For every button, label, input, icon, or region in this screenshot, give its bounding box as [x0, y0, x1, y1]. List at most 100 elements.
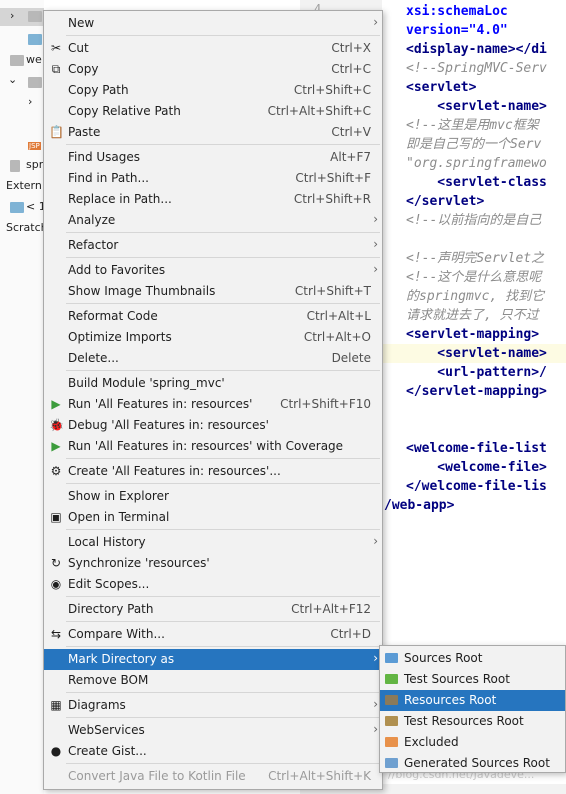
- menu-item-analyze[interactable]: Analyze ›: [44, 210, 382, 231]
- code-line[interactable]: <servlet-name>: [406, 344, 547, 363]
- menu-item-optimize-imports[interactable]: Optimize Imports Ctrl+Alt+O: [44, 327, 382, 348]
- code-line[interactable]: <welcome-file-list: [406, 439, 547, 458]
- menu-item-replace-in-path[interactable]: Replace in Path... Ctrl+Shift+R: [44, 189, 382, 210]
- menu-item-run-all-features-in-resources-with-coverage[interactable]: ▶ Run 'All Features in: resources' with C…: [44, 436, 382, 457]
- menu-item-label: Synchronize 'resources': [68, 556, 210, 570]
- menu-item-reformat-code[interactable]: Reformat Code Ctrl+Alt+L: [44, 306, 382, 327]
- paste-icon: 📋: [49, 125, 64, 139]
- menu-separator: [66, 763, 380, 764]
- code-line[interactable]: <servlet-class: [406, 173, 547, 192]
- submenu-item-generated-sources-root[interactable]: Generated Sources Root: [380, 753, 565, 774]
- menu-item-create-gist[interactable]: ● Create Gist...: [44, 741, 382, 762]
- menu-item-webservices[interactable]: WebServices ›: [44, 720, 382, 741]
- menu-item-show-in-explorer[interactable]: Show in Explorer: [44, 486, 382, 507]
- menu-item-build-module-spring-mvc[interactable]: Build Module 'spring_mvc': [44, 373, 382, 394]
- code-line[interactable]: 请求就进去了, 只不过: [406, 306, 539, 325]
- menu-item-label: Directory Path: [68, 602, 154, 616]
- compare-with-icon: ⇆: [50, 627, 62, 641]
- chevron-right-icon[interactable]: ›: [10, 9, 14, 22]
- code-line[interactable]: 即是自己写的一个Serv: [406, 135, 541, 154]
- code-line[interactable]: <!--SpringMVC-Serv: [406, 59, 547, 78]
- menu-item-compare-with[interactable]: ⇆ Compare With... Ctrl+D: [44, 624, 382, 645]
- menu-item-debug-all-features-in-resources[interactable]: 🐞 Debug 'All Features in: resources': [44, 415, 382, 436]
- menu-item-directory-path[interactable]: Directory Path Ctrl+Alt+F12: [44, 599, 382, 620]
- tree-item-label[interactable]: Extern: [6, 179, 42, 192]
- submenu-item-resources-root[interactable]: Resources Root: [380, 690, 565, 711]
- menu-item-mark-directory-as[interactable]: Mark Directory as ›: [44, 649, 382, 670]
- submenu-item-excluded[interactable]: Excluded: [380, 732, 565, 753]
- submenu-item-test-resources-root[interactable]: Test Resources Root: [380, 711, 565, 732]
- tree-item-label[interactable]: spr: [26, 158, 43, 171]
- menu-item-open-in-terminal[interactable]: ▣ Open in Terminal: [44, 507, 382, 528]
- menu-item-create-all-features-in-resources[interactable]: ⚙ Create 'All Features in: resources'...: [44, 461, 382, 482]
- synchronize-resources-icon: ↻: [50, 556, 62, 570]
- menu-item-find-in-path[interactable]: Find in Path... Ctrl+Shift+F: [44, 168, 382, 189]
- folder-icon: [385, 758, 398, 768]
- code-line[interactable]: <servlet-name>: [406, 97, 547, 116]
- code-line[interactable]: </servlet-mapping>: [406, 382, 547, 401]
- submenu-item-test-sources-root[interactable]: Test Sources Root: [380, 669, 565, 690]
- code-line[interactable]: <welcome-file>: [406, 458, 547, 477]
- code-line[interactable]: <!--这里是用mvc框架: [406, 116, 539, 135]
- code-line[interactable]: xsi:schemaLoc: [406, 2, 508, 21]
- menu-item-add-to-favorites[interactable]: Add to Favorites ›: [44, 260, 382, 281]
- menu-item-copy-path[interactable]: Copy Path Ctrl+Shift+C: [44, 80, 382, 101]
- code-line[interactable]: <url-pattern>/: [406, 363, 547, 382]
- menu-shortcut: Ctrl+V: [331, 125, 371, 139]
- menu-shortcut: Ctrl+C: [331, 62, 371, 76]
- menu-separator: [66, 717, 380, 718]
- menu-item-convert-java-file-to-kotlin-file[interactable]: Convert Java File to Kotlin File Ctrl+Alt…: [44, 766, 382, 787]
- code-line[interactable]: <servlet-mapping>: [406, 325, 539, 344]
- submenu-item-label: Resources Root: [404, 693, 497, 707]
- menu-item-label: Build Module 'spring_mvc': [68, 376, 225, 390]
- code-line[interactable]: "org.springframewo: [406, 154, 547, 173]
- code-line[interactable]: 的springmvc, 找到它: [406, 287, 544, 306]
- menu-item-diagrams[interactable]: ▦ Diagrams ›: [44, 695, 382, 716]
- submenu-item-sources-root[interactable]: Sources Root: [380, 648, 565, 669]
- menu-separator: [66, 370, 380, 371]
- menu-item-delete[interactable]: Delete... Delete: [44, 348, 382, 369]
- menu-item-find-usages[interactable]: Find Usages Alt+F7: [44, 147, 382, 168]
- code-line[interactable]: </servlet>: [406, 192, 484, 211]
- tree-item-label[interactable]: we: [26, 53, 42, 66]
- menu-item-local-history[interactable]: Local History ›: [44, 532, 382, 553]
- code-line[interactable]: version="4.0": [406, 21, 508, 40]
- menu-item-label: Add to Favorites: [68, 263, 166, 277]
- code-line[interactable]: </welcome-file-lis: [406, 477, 547, 496]
- menu-item-cut[interactable]: ✂ Cut Ctrl+X: [44, 38, 382, 59]
- menu-item-new[interactable]: New ›: [44, 13, 382, 34]
- menu-item-refactor[interactable]: Refactor ›: [44, 235, 382, 256]
- menu-item-synchronize-resources[interactable]: ↻ Synchronize 'resources': [44, 553, 382, 574]
- menu-item-edit-scopes[interactable]: ◉ Edit Scopes...: [44, 574, 382, 595]
- diagrams-icon: ▦: [50, 698, 62, 712]
- menu-item-label: Run 'All Features in: resources' with Co…: [68, 439, 344, 453]
- menu-item-label: Refactor: [68, 238, 119, 252]
- menu-shortcut: Ctrl+Alt+L: [306, 309, 371, 323]
- menu-item-label: Create 'All Features in: resources'...: [68, 464, 281, 478]
- menu-item-label: Copy: [68, 62, 99, 76]
- code-line[interactable]: <!--这个是什么意思呢: [406, 268, 541, 287]
- chevron-right-icon[interactable]: ›: [28, 95, 32, 108]
- menu-separator: [66, 303, 380, 304]
- folder-icon: [385, 695, 398, 705]
- code-line[interactable]: /web-app>: [384, 496, 454, 515]
- tree-item-label[interactable]: < 1: [26, 200, 44, 213]
- menu-item-run-all-features-in-resources[interactable]: ▶ Run 'All Features in: resources' Ctrl+Sh…: [44, 394, 382, 415]
- code-line[interactable]: <display-name></di: [406, 40, 547, 59]
- code-line[interactable]: <!--声明完Servlet之: [406, 249, 544, 268]
- jsp-badge: JSP: [28, 142, 41, 150]
- chevron-down-icon[interactable]: ⌄: [8, 73, 17, 86]
- menu-item-label: Convert Java File to Kotlin File: [68, 769, 246, 783]
- menu-item-show-image-thumbnails[interactable]: Show Image Thumbnails Ctrl+Shift+T: [44, 281, 382, 302]
- run-all-features-in-resources-icon: ▶: [51, 397, 61, 411]
- menu-item-label: Cut: [68, 41, 89, 55]
- menu-item-copy-relative-path[interactable]: Copy Relative Path Ctrl+Alt+Shift+C: [44, 101, 382, 122]
- menu-item-copy[interactable]: ⧉ Copy Ctrl+C: [44, 59, 382, 80]
- folder-icon: [28, 11, 42, 22]
- menu-item-paste[interactable]: 📋 Paste Ctrl+V: [44, 122, 382, 143]
- menu-shortcut: Ctrl+Shift+F10: [280, 397, 371, 411]
- menu-item-remove-bom[interactable]: Remove BOM: [44, 670, 382, 691]
- code-line[interactable]: <servlet>: [406, 78, 476, 97]
- tree-item-label[interactable]: Scratch: [6, 221, 44, 234]
- code-line[interactable]: <!--以前指向的是自己: [406, 211, 541, 230]
